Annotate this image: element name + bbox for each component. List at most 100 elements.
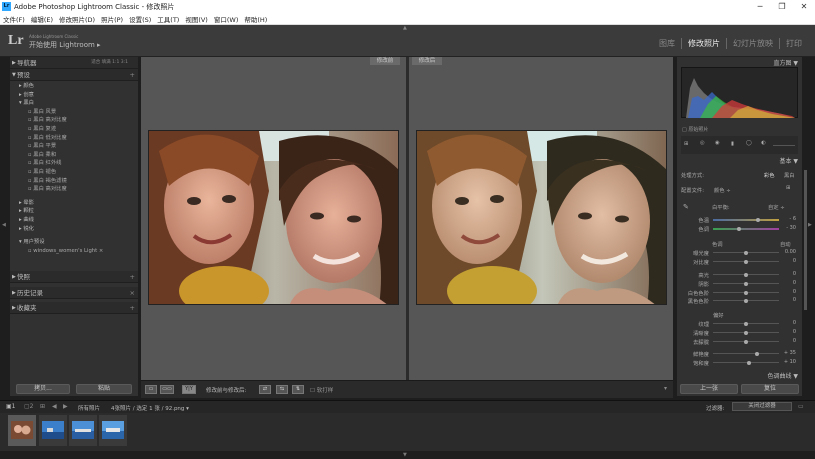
page1-button[interactable]: ▣1: [6, 403, 16, 410]
collapse-right-arrow-icon[interactable]: ▶: [808, 222, 812, 228]
blacks-value[interactable]: 0: [780, 297, 796, 303]
back-arrow-icon[interactable]: ◀: [52, 403, 57, 410]
menu-photo[interactable]: 照片(P): [101, 14, 123, 24]
before-after-mode-button[interactable]: Y|Y: [182, 385, 196, 394]
right-panel-scrollbar[interactable]: [804, 170, 807, 310]
histogram-header[interactable]: 直方图 ▼: [681, 58, 798, 67]
menu-window[interactable]: 窗口(W): [214, 14, 239, 24]
soft-proof-checkbox[interactable]: ☐ 软打样: [310, 386, 333, 394]
preset-item[interactable]: ▫ 黑白 柔和: [16, 151, 134, 160]
compare-view-button[interactable]: ▭▭: [160, 385, 174, 394]
navigator-header[interactable]: ▶ 导航器 适合 填满 1:1 3:1: [10, 57, 138, 69]
add-preset-button[interactable]: +: [130, 69, 135, 81]
preset-folder[interactable]: ▾ 用户预设: [16, 238, 134, 247]
preset-folder[interactable]: ▸ 颜色: [16, 82, 134, 91]
collections-header[interactable]: ▶ 收藏夹 +: [10, 302, 138, 314]
preset-folder[interactable]: ▸ 晕影: [16, 199, 134, 208]
texture-value[interactable]: 0: [780, 320, 796, 326]
brush-icon[interactable]: ◐: [761, 140, 766, 146]
preset-folder[interactable]: ▸ 颗粒: [16, 207, 134, 216]
vibrance-slider-thumb[interactable]: [755, 351, 760, 356]
treatment-color-option[interactable]: 彩色: [764, 171, 775, 179]
profile-select[interactable]: 颜色 ÷: [714, 186, 731, 194]
menu-edit[interactable]: 编辑(E): [31, 14, 53, 24]
close-button[interactable]: ✕: [793, 0, 815, 13]
menu-view[interactable]: 视图(V): [185, 14, 208, 24]
radial-filter-icon[interactable]: ◯: [746, 140, 752, 146]
preset-folder[interactable]: ▾ 黑白: [16, 99, 134, 108]
blacks-slider-thumb[interactable]: [744, 298, 748, 303]
collapse-left-arrow-icon[interactable]: ◀: [2, 222, 6, 228]
exposure-slider-thumb[interactable]: [744, 250, 748, 255]
preset-folder[interactable]: ▸ 创意: [16, 91, 134, 100]
spot-removal-icon[interactable]: ◎: [700, 140, 705, 146]
module-develop[interactable]: 修改照片: [681, 38, 726, 49]
graduated-filter-icon[interactable]: ▮: [731, 141, 734, 147]
clear-history-button[interactable]: ×: [130, 287, 135, 299]
shadows-slider-thumb[interactable]: [744, 281, 748, 286]
menu-tools[interactable]: 工具(T): [157, 14, 179, 24]
tint-slider-thumb[interactable]: [737, 226, 742, 231]
preset-folder[interactable]: ▸ 锐化: [16, 225, 134, 234]
source-label[interactable]: 所有照片: [78, 404, 100, 412]
toolbar-menu-chevron-icon[interactable]: ▾: [664, 385, 667, 392]
paste-settings-button[interactable]: 粘贴: [76, 384, 132, 394]
original-photo-checkbox[interactable]: □ 原始照片: [682, 126, 708, 133]
exposure-value[interactable]: 0.00: [780, 249, 796, 255]
preset-item[interactable]: ▫ 黑白 低对比度: [16, 134, 134, 143]
profile-browser-icon[interactable]: ⊞: [786, 185, 790, 191]
clarity-value[interactable]: 0: [780, 329, 796, 335]
vibrance-value[interactable]: + 35: [780, 350, 796, 356]
temperature-slider-thumb[interactable]: [755, 217, 760, 222]
basic-header[interactable]: 基本 ▼: [681, 156, 798, 165]
add-snapshot-button[interactable]: +: [130, 271, 135, 283]
tint-slider[interactable]: [713, 228, 779, 230]
swap-button[interactable]: ⇅: [292, 385, 304, 394]
before-photo[interactable]: [148, 130, 399, 305]
grid-icon[interactable]: ⊞: [40, 403, 45, 410]
preset-item[interactable]: ▫ 黑白 红外线: [16, 159, 134, 168]
collapse-top-arrow-icon[interactable]: ▲: [403, 25, 407, 31]
module-print[interactable]: 打印: [779, 38, 808, 49]
temperature-slider[interactable]: [713, 219, 779, 221]
tone-curve-header[interactable]: 色调曲线 ▼: [681, 371, 798, 380]
filmstrip-thumb-3[interactable]: [69, 415, 97, 446]
menu-settings[interactable]: 设置(S): [129, 14, 151, 24]
dehaze-slider-thumb[interactable]: [744, 339, 748, 344]
history-header[interactable]: ▶ 历史记录 ×: [10, 287, 138, 299]
temperature-value[interactable]: - 6: [780, 216, 796, 222]
saturation-slider[interactable]: [713, 362, 779, 363]
wb-select[interactable]: 自定 ÷: [768, 203, 785, 211]
menu-develop[interactable]: 修改照片(D): [59, 14, 95, 24]
filter-lock-icon[interactable]: ▭: [798, 403, 804, 410]
preset-item[interactable]: ▫ 黑白 高对比度: [16, 116, 134, 125]
histogram[interactable]: [681, 67, 798, 118]
copy-settings-button[interactable]: 拷贝...: [16, 384, 70, 394]
saturation-slider-thumb[interactable]: [747, 360, 752, 365]
whites-slider-thumb[interactable]: [744, 290, 748, 295]
dehaze-value[interactable]: 0: [780, 338, 796, 344]
vibrance-slider[interactable]: [713, 353, 779, 354]
brand-main[interactable]: 开始使用 Lightroom ▸: [29, 40, 101, 50]
highlights-value[interactable]: 0: [780, 271, 796, 277]
previous-button[interactable]: 上一张: [680, 384, 738, 394]
add-collection-button[interactable]: +: [130, 302, 135, 314]
texture-slider-thumb[interactable]: [744, 321, 748, 326]
forward-arrow-icon[interactable]: ▶: [63, 403, 68, 410]
filmstrip-thumb-1[interactable]: [8, 415, 36, 446]
copy-after-to-before-button[interactable]: ⇆: [276, 385, 288, 394]
maximize-button[interactable]: ❐: [771, 0, 793, 13]
preset-item[interactable]: ▫ 黑白 风景: [16, 108, 134, 117]
filmstrip-thumb-2[interactable]: [39, 415, 67, 446]
collapse-bottom-arrow-icon[interactable]: ▼: [403, 452, 407, 458]
saturation-value[interactable]: + 10: [780, 359, 796, 365]
contrast-slider-thumb[interactable]: [744, 259, 748, 264]
preset-item[interactable]: ▫ 黑白 褐色滤镜: [16, 177, 134, 186]
preset-item[interactable]: ▫ windows_women's Light ×: [16, 247, 134, 256]
whites-value[interactable]: 0: [780, 289, 796, 295]
photo-count[interactable]: 4张照片 / 选定 1 张 / 92.png ▾: [111, 404, 189, 412]
treatment-bw-option[interactable]: 黑白: [784, 171, 795, 179]
preset-item[interactable]: ▫ 黑白 高对比度: [16, 185, 134, 194]
page2-button[interactable]: ▢2: [24, 403, 34, 410]
minimize-button[interactable]: ─: [749, 0, 771, 13]
